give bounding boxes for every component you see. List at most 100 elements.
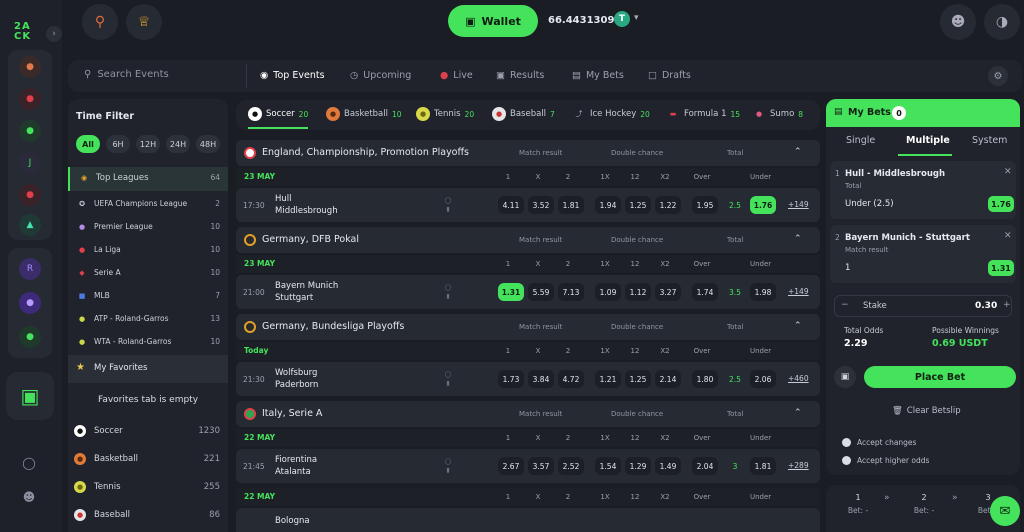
odds-button[interactable]: 1.49 — [655, 457, 681, 475]
stake-input[interactable]: − Stake 0.30 + — [834, 295, 1012, 317]
odds-button[interactable]: 1.81 — [558, 196, 584, 214]
odds-button[interactable]: 2.67 — [498, 457, 524, 475]
betslip-tab-system[interactable]: System — [972, 135, 1007, 146]
tab-my-bets[interactable]: ▤ My Bets — [572, 70, 624, 81]
odds-button[interactable]: 3.57 — [528, 457, 554, 475]
share-betslip-button[interactable]: ▣ — [834, 366, 856, 388]
sportsbook-button[interactable]: ▣ — [6, 372, 54, 420]
stats-icon[interactable]: ◯ ▮ — [444, 370, 452, 388]
rail-item-3[interactable]: ● — [19, 120, 41, 142]
league-header[interactable]: England, Championship, Promotion Playoff… — [236, 140, 820, 166]
odds-button[interactable]: 1.22 — [655, 196, 681, 214]
odds-button[interactable]: 1.98 — [750, 283, 776, 301]
chevron-up-icon[interactable]: ⌃ — [794, 147, 802, 157]
wallet-button[interactable]: ▣ Wallet — [448, 5, 538, 37]
odds-button[interactable]: 2.04 — [692, 457, 718, 475]
community-button[interactable]: ☻ — [18, 486, 40, 508]
search-events[interactable]: ⚲ Search Events — [84, 69, 169, 80]
remove-bet-icon[interactable]: ✕ — [1004, 231, 1012, 241]
more-markets-link[interactable]: +289 — [788, 461, 809, 470]
vip-button[interactable]: ♕ — [126, 4, 162, 40]
more-markets-link[interactable]: +149 — [788, 287, 809, 296]
accept-changes-option[interactable]: Accept changes — [842, 438, 916, 447]
time-chip-6h[interactable]: 6H — [106, 135, 130, 153]
odds-button[interactable]: 3.52 — [528, 196, 554, 214]
step-2[interactable]: 2 Bet: - — [912, 493, 936, 515]
match-row[interactable]: 21:00 Bayern Munich Stuttgart ◯ ▮ 1.31 5.59 7.1… — [236, 275, 820, 309]
search-input[interactable]: Search Events — [97, 69, 168, 80]
odds-button[interactable]: 3.84 — [528, 370, 554, 388]
plus-icon[interactable]: + — [1003, 300, 1011, 310]
time-chip-12h[interactable]: 12H — [136, 135, 160, 153]
odds-button[interactable]: 1.21 — [595, 370, 621, 388]
odds-button[interactable]: 1.95 — [692, 196, 718, 214]
rail-item-4[interactable]: J — [19, 152, 41, 174]
betslip-header[interactable]: ▤ My Bets 0 — [826, 99, 1020, 127]
sport-item-soccer[interactable]: ● Soccer 1230 — [68, 421, 228, 443]
match-row[interactable]: 21:45 Fiorentina Atalanta ◯ ▮ 2.67 3.57 2.52 1.5… — [236, 449, 820, 483]
betslip-tab-multiple[interactable]: Multiple — [906, 135, 950, 146]
league-item[interactable]: ● WTA - Roland-Garros 10 — [68, 331, 228, 353]
league-item[interactable]: ✪ UEFA Champions League 2 — [68, 193, 228, 215]
league-item[interactable]: ■ MLB 7 — [68, 285, 228, 307]
rail-item-9[interactable]: ● — [19, 326, 41, 348]
stats-icon[interactable]: ◯ ▮ — [444, 283, 452, 301]
odds-button[interactable]: 1.81 — [750, 457, 776, 475]
sport-tab-sumo[interactable]: ● Sumo 8 — [752, 107, 803, 121]
sport-item-basketball[interactable]: ● Basketball 221 — [68, 449, 228, 471]
settings-avatar-button[interactable]: ◑ — [984, 4, 1020, 40]
rail-item-7[interactable]: R — [19, 258, 41, 280]
chevron-up-icon[interactable]: ⌃ — [794, 321, 802, 331]
currency-dropdown-icon[interactable]: ▾ — [634, 13, 639, 23]
odds-button[interactable]: 1.12 — [625, 283, 651, 301]
match-row[interactable]: 21:30 Wolfsburg Paderborn ◯ ▮ 1.73 3.84 4.72 1.2… — [236, 362, 820, 396]
odds-button[interactable]: 1.29 — [625, 457, 651, 475]
tab-top-events[interactable]: ◉ Top Events — [260, 70, 325, 81]
step-1[interactable]: 1 Bet: - — [846, 493, 870, 515]
my-favorites-item[interactable]: ★ My Favorites — [68, 355, 228, 383]
odds-button[interactable]: 2.06 — [750, 370, 776, 388]
league-top-leagues[interactable]: ◉ Top Leagues 64 — [68, 167, 228, 191]
odds-button[interactable]: 1.73 — [498, 370, 524, 388]
sport-item-tennis[interactable]: ● Tennis 255 — [68, 477, 228, 499]
sport-tab-formula-1[interactable]: ▬ Formula 1 15 — [666, 107, 740, 121]
sport-tab-baseball[interactable]: ● Baseball 7 — [492, 107, 555, 121]
odds-button[interactable]: 1.94 — [595, 196, 621, 214]
rail-item-5[interactable]: ● — [19, 184, 41, 206]
league-header[interactable]: Italy, Serie A Match result Double chance T… — [236, 401, 820, 427]
rail-item-6[interactable]: ▲ — [19, 214, 41, 236]
odds-button[interactable]: 2.52 — [558, 457, 584, 475]
sport-item-baseball[interactable]: ● Baseball 86 — [68, 505, 228, 527]
odds-button[interactable]: 1.76 — [750, 196, 776, 214]
time-chip-24h[interactable]: 24H — [166, 135, 190, 153]
odds-button[interactable]: 4.72 — [558, 370, 584, 388]
sport-tab-tennis[interactable]: ● Tennis 20 — [416, 107, 474, 121]
time-chip-all[interactable]: All — [76, 135, 100, 153]
match-row[interactable]: Bologna — [236, 508, 820, 532]
tab-results[interactable]: ▣ Results — [496, 70, 544, 81]
betslip-tab-single[interactable]: Single — [846, 135, 875, 146]
profile-button[interactable]: ☻ — [940, 4, 976, 40]
odds-button[interactable]: 1.25 — [625, 196, 651, 214]
more-markets-link[interactable]: +149 — [788, 200, 809, 209]
rail-item-1[interactable]: ● — [19, 56, 41, 78]
stake-value[interactable]: 0.30 — [975, 301, 997, 311]
rail-item-8[interactable]: ● — [19, 292, 41, 314]
league-header[interactable]: Germany, DFB Pokal Match result Double cha… — [236, 227, 820, 253]
clear-betslip-button[interactable]: 🗑 Clear Betslip — [892, 406, 961, 416]
chevron-up-icon[interactable]: ⌃ — [794, 234, 802, 244]
rail-item-2[interactable]: ● — [19, 88, 41, 110]
odds-button[interactable]: 1.74 — [692, 283, 718, 301]
league-item[interactable]: ● La Liga 10 — [68, 239, 228, 261]
time-chip-48h[interactable]: 48H — [196, 135, 220, 153]
sport-tab-ice-hockey[interactable]: ⤴ Ice Hockey 20 — [572, 107, 650, 121]
stats-icon[interactable]: ◯ ▮ — [444, 457, 452, 475]
tab-live[interactable]: ● Live — [440, 70, 473, 81]
odds-button[interactable]: 1.54 — [595, 457, 621, 475]
odds-button[interactable]: 3.27 — [655, 283, 681, 301]
odds-button[interactable]: 1.09 — [595, 283, 621, 301]
collapse-rail-button[interactable]: › — [46, 26, 62, 42]
place-bet-button[interactable]: Place Bet — [864, 366, 1016, 388]
league-item[interactable]: ● ATP - Roland-Garros 13 — [68, 308, 228, 330]
chevron-up-icon[interactable]: ⌃ — [794, 408, 802, 418]
